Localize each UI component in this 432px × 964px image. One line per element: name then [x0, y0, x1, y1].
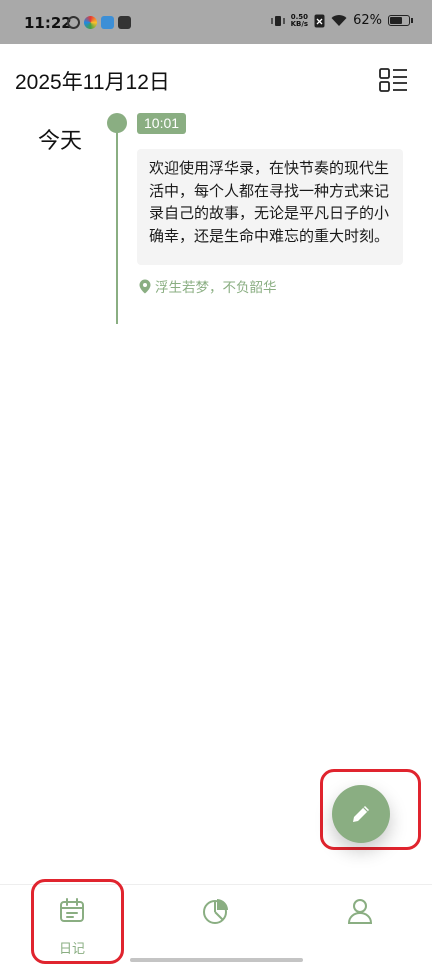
nav-item-stats[interactable]	[144, 885, 288, 964]
list-icon	[379, 68, 407, 92]
pie-chart-icon	[203, 899, 228, 924]
entry-text: 欢迎使用浮华录，在快节奏的现代生活中，每个人都在寻找一种方式来记录自己的故事，无…	[149, 159, 390, 245]
notification-icons	[67, 16, 131, 29]
day-label: 今天	[38, 129, 83, 154]
page-title: 2025年11月12日	[15, 71, 170, 94]
new-entry-button[interactable]	[332, 785, 390, 843]
entry-location: 浮生若梦，不负韶华	[139, 276, 277, 296]
timeline-line	[116, 125, 118, 324]
status-bar: 11:22 0.50 KB/s 62%	[0, 0, 432, 44]
app-notification-icon	[67, 16, 80, 29]
network-speed: 0.50 KB/s	[290, 12, 309, 28]
entry-time-badge: 10:01	[137, 113, 187, 134]
status-time: 11:22	[24, 14, 72, 32]
nav-highlight-box	[31, 879, 124, 964]
location-pin-icon	[139, 279, 151, 293]
location-text: 浮生若梦，不负韶华	[155, 280, 277, 296]
message-icon	[118, 16, 131, 29]
sim-icon	[314, 14, 325, 27]
battery-percent: 62%	[353, 13, 382, 28]
vibrate-icon	[270, 15, 285, 26]
list-view-button[interactable]	[378, 67, 408, 93]
battery-icon	[388, 15, 413, 26]
wifi-icon	[331, 15, 347, 26]
timeline-dot	[107, 113, 127, 133]
user-icon	[347, 899, 373, 924]
app-icon	[101, 16, 114, 29]
diary-entry-card[interactable]: 欢迎使用浮华录，在快节奏的现代生活中，每个人都在寻找一种方式来记录自己的故事，无…	[137, 149, 403, 265]
colorful-app-icon	[84, 16, 97, 29]
pencil-icon	[353, 806, 369, 822]
nav-item-profile[interactable]	[288, 885, 432, 964]
home-indicator[interactable]	[130, 958, 303, 962]
status-right: 0.50 KB/s 62%	[270, 12, 413, 28]
